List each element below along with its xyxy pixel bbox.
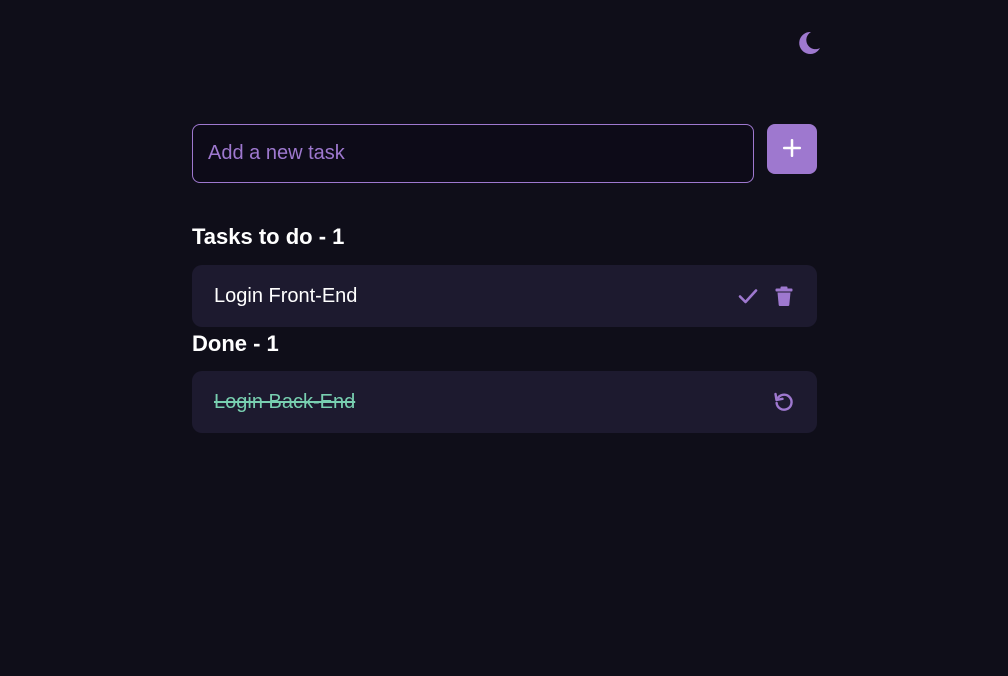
todo-app: Tasks to do - 1 Login Front-End xyxy=(0,0,1008,676)
main-container: Tasks to do - 1 Login Front-End xyxy=(192,124,817,433)
add-task-row xyxy=(192,124,817,183)
trash-icon[interactable] xyxy=(773,285,795,307)
todo-task-item: Login Front-End xyxy=(192,265,817,327)
moon-icon[interactable] xyxy=(794,29,822,57)
task-actions xyxy=(773,391,795,413)
task-label: Login Front-End xyxy=(214,284,358,307)
todo-section-title: Tasks to do - 1 xyxy=(192,224,345,249)
task-actions xyxy=(737,285,795,307)
new-task-input[interactable] xyxy=(192,124,754,183)
task-label: Login Back-End xyxy=(214,390,356,413)
done-task-item: Login Back-End xyxy=(192,371,817,433)
done-section-title: Done - 1 xyxy=(192,331,279,356)
add-task-button[interactable] xyxy=(767,124,817,174)
check-icon[interactable] xyxy=(737,285,759,307)
plus-icon xyxy=(781,137,803,162)
undo-icon[interactable] xyxy=(773,391,795,413)
